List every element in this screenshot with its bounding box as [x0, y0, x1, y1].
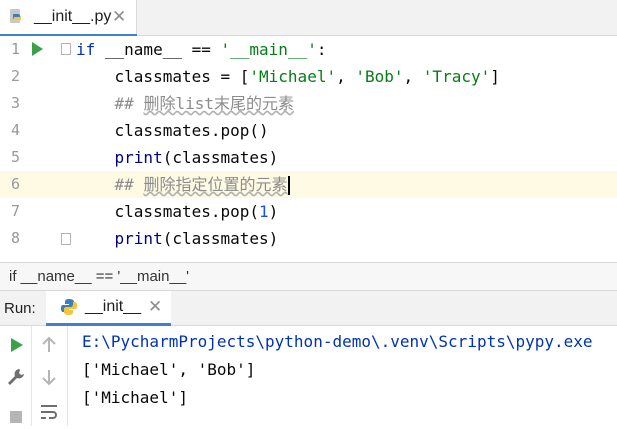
soft-wrap-icon[interactable] — [37, 400, 61, 424]
code-text: classmates.pop() — [76, 121, 269, 140]
console-output-line: ['Michael'] — [82, 388, 188, 407]
stop-icon[interactable] — [4, 405, 28, 429]
file-tab-label: __init__.py — [34, 8, 112, 25]
code-line: 7 classmates.pop(1) — [0, 198, 617, 225]
python-icon — [61, 299, 77, 315]
code-comment: ## 删除list末尾的元素 — [76, 94, 294, 113]
run-console: E:\PycharmProjects\python-demo\.venv\Scr… — [0, 326, 617, 426]
line-number: 3 — [10, 94, 20, 112]
scroll-down-icon[interactable] — [37, 365, 61, 389]
code-comment: ## 删除指定位置的元素 — [76, 171, 291, 198]
run-gutter-icon[interactable] — [32, 42, 43, 56]
code-line: 2 classmates = ['Michael', 'Bob', 'Tracy… — [0, 63, 617, 90]
fold-toggle-icon[interactable] — [61, 43, 71, 55]
code-line: 8 print(classmates) — [0, 225, 617, 252]
close-icon[interactable]: ✕ — [148, 297, 162, 317]
line-number: 4 — [10, 121, 20, 139]
run-toolbar — [0, 326, 32, 426]
console-output-line: ['Michael', 'Bob'] — [82, 360, 256, 379]
run-tool-window-header: Run: __init__ ✕ — [0, 290, 617, 326]
code-line: 4 classmates.pop() — [0, 117, 617, 144]
wrench-icon[interactable] — [4, 365, 28, 389]
console-output-line[interactable]: E:\PycharmProjects\python-demo\.venv\Scr… — [82, 328, 593, 356]
line-number: 2 — [10, 67, 20, 85]
code-line: 3 ## 删除list末尾的元素 — [0, 90, 617, 117]
code-line: 5 print(classmates) — [0, 144, 617, 171]
editor-tab-bar: __init__.py ✕ — [0, 0, 617, 37]
breadcrumb-item[interactable]: if __name__ == '__main__' — [9, 268, 189, 285]
run-window-title: Run: — [4, 300, 36, 317]
code-text: classmates = ['Michael', 'Bob', 'Tracy'] — [76, 67, 500, 86]
run-config-tab[interactable]: __init__ ✕ — [46, 291, 171, 326]
breadcrumb[interactable]: if __name__ == '__main__' — [0, 262, 617, 290]
python-file-icon — [10, 9, 21, 23]
text-caret — [288, 176, 291, 195]
code-editor[interactable]: 1 if __name__ == '__main__': 2 classmate… — [0, 36, 617, 262]
file-tab[interactable]: __init__.py ✕ — [0, 0, 137, 37]
code-text: print(classmates) — [114, 148, 279, 167]
rerun-icon[interactable] — [4, 333, 28, 357]
line-number: 8 — [10, 229, 20, 247]
code-text: if __name__ == '__main__': — [76, 40, 327, 59]
code-text: print(classmates) — [114, 229, 279, 248]
fold-end-icon[interactable] — [61, 233, 71, 245]
run-tab-label: __init__ — [85, 298, 142, 315]
line-number: 7 — [10, 202, 20, 220]
line-number: 5 — [10, 148, 20, 166]
current-line: 6 ## 删除指定位置的元素 — [0, 171, 617, 198]
close-icon[interactable]: ✕ — [112, 7, 126, 27]
line-number: 1 — [10, 40, 20, 58]
code-text: classmates.pop(1) — [76, 202, 279, 221]
code-line: 1 if __name__ == '__main__': — [0, 36, 617, 63]
scroll-up-icon[interactable] — [37, 333, 61, 357]
line-number: 6 — [10, 175, 20, 193]
console-toolbar — [31, 326, 68, 426]
